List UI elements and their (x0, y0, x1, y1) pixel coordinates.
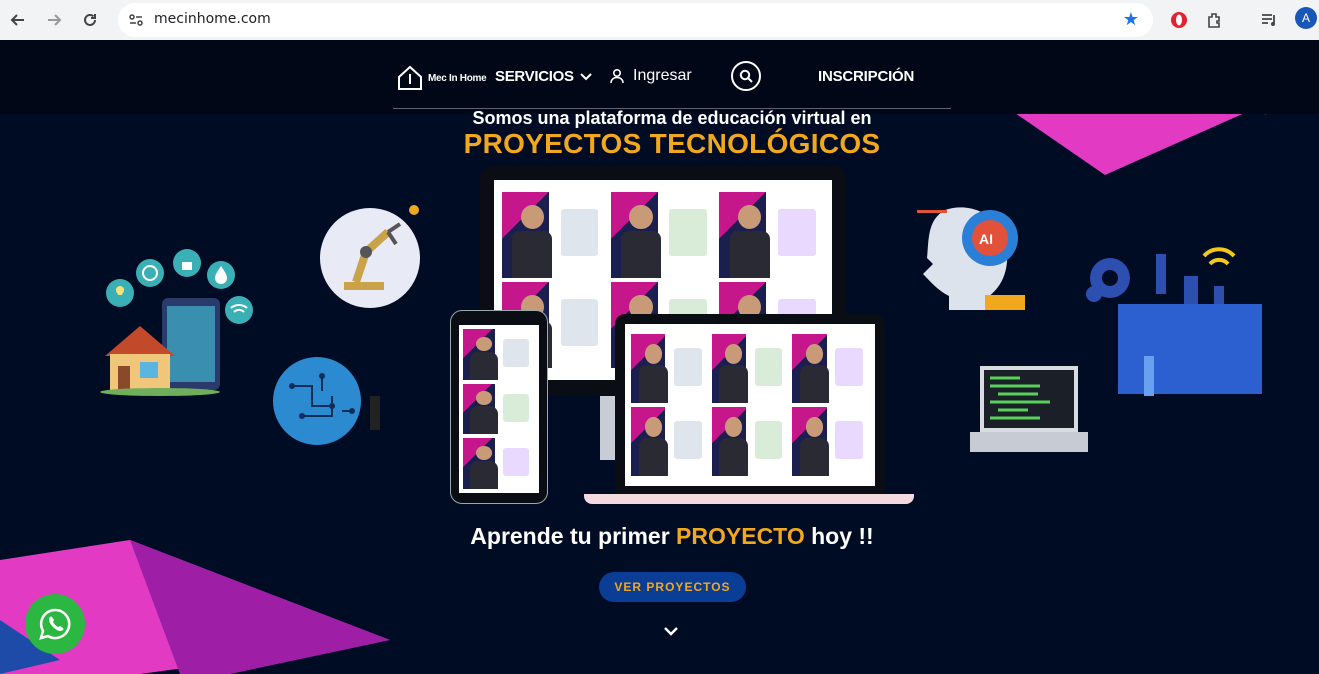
reload-icon[interactable] (78, 8, 102, 32)
course-thumbnail (711, 334, 789, 403)
search-button[interactable] (731, 61, 761, 91)
course-thumbnail (711, 407, 789, 476)
star-icon[interactable]: ★ (1123, 9, 1139, 30)
course-thumbnail (610, 192, 716, 278)
login-link[interactable]: Ingresar (609, 67, 692, 85)
address-bar[interactable]: mecinhome.com ★ (118, 3, 1153, 37)
course-thumbnail (792, 407, 869, 476)
smart-home-illustration (100, 249, 253, 396)
ai-head-illustration: AI (917, 207, 1025, 310)
course-thumbnail (719, 192, 824, 278)
whatsapp-icon (39, 608, 71, 640)
course-thumbnail (463, 383, 535, 435)
robot-arm-illustration (320, 205, 420, 308)
page: Mec In Home SERVICIOS Ingresar INSCRIPCI… (0, 40, 1319, 674)
forward-icon[interactable] (42, 8, 66, 32)
course-thumbnail (463, 438, 535, 489)
media-icon[interactable] (1257, 8, 1281, 32)
chevron-down-icon (580, 72, 592, 80)
browser-toolbar: mecinhome.com ★ A (0, 0, 1319, 40)
menu-servicios[interactable]: SERVICIOS (495, 68, 592, 85)
search-icon (739, 69, 753, 83)
whatsapp-button[interactable] (25, 594, 85, 654)
hero-title: PROYECTOS TECNOLÓGICOS (463, 128, 881, 159)
course-thumbnail (792, 334, 869, 403)
back-icon[interactable] (6, 8, 30, 32)
course-thumbnail (631, 334, 708, 403)
code-laptop-illustration (970, 366, 1088, 452)
factory-illustration (1086, 247, 1262, 396)
course-thumbnail (463, 329, 535, 380)
cta-prefix: Aprende tu primer (470, 523, 677, 549)
laptop-mockup (615, 314, 885, 494)
cta-heading: Aprende tu primer PROYECTO hoy !! (0, 523, 1319, 550)
logo-text: Mec In Home (428, 72, 487, 84)
course-thumbnail (502, 192, 607, 278)
inscripcion-link[interactable]: INSCRIPCIÓN (818, 68, 914, 85)
extensions-icon[interactable] (1203, 8, 1227, 32)
avatar[interactable]: A (1295, 7, 1317, 29)
phone-screen (459, 325, 539, 493)
login-label: Ingresar (633, 67, 692, 84)
circuit-illustration (273, 357, 380, 445)
course-thumbnail (631, 407, 708, 476)
opera-extension-icon[interactable] (1167, 8, 1191, 32)
hero-subtitle: Somos una plataforma de educación virtua… (472, 108, 872, 128)
menu-servicios-label: SERVICIOS (495, 68, 574, 85)
ver-proyectos-button[interactable]: VER PROYECTOS (599, 572, 746, 602)
cta-suffix: hoy !! (804, 523, 874, 549)
laptop-screen (625, 324, 875, 486)
url-text[interactable]: mecinhome.com (154, 11, 271, 27)
house-logo-icon (398, 65, 422, 90)
site-info-icon[interactable] (128, 12, 144, 28)
cta-accent: PROYECTO (676, 523, 805, 549)
svg-text:AI: AI (979, 231, 993, 247)
laptop-base (584, 494, 914, 504)
phone-mockup (450, 310, 548, 504)
scroll-down-chevron-icon[interactable] (663, 626, 679, 636)
logo[interactable]: Mec In Home (396, 64, 487, 92)
user-icon (610, 68, 624, 84)
